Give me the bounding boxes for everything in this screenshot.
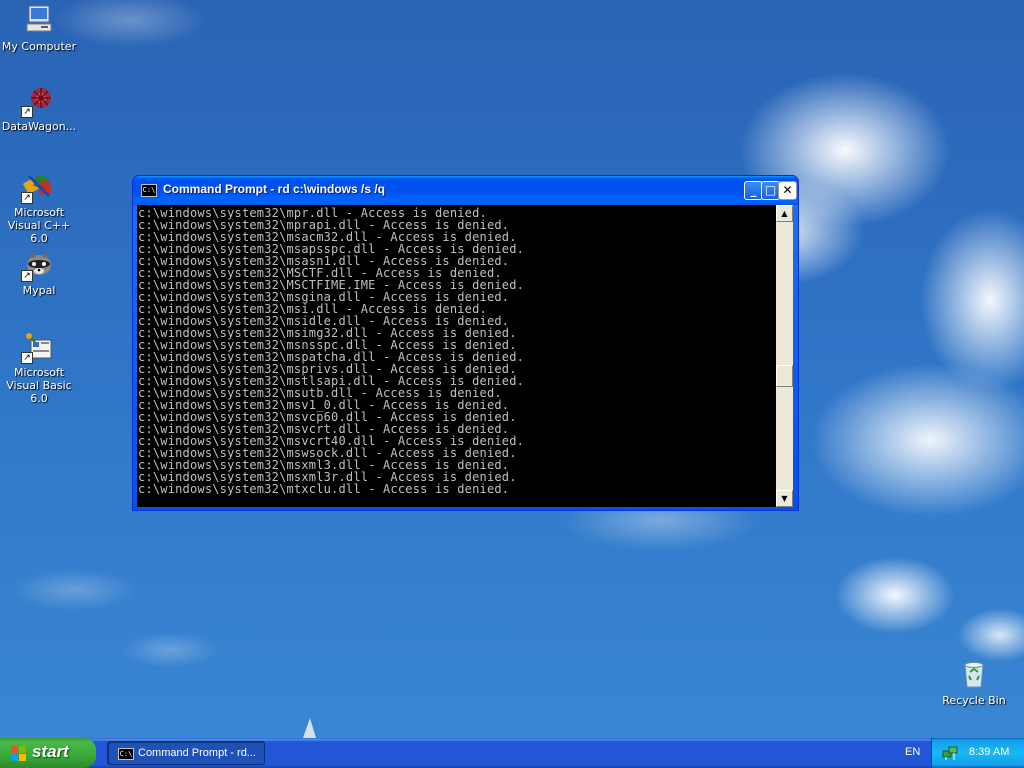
desktop-icon-label: Mypal [22,284,56,297]
scroll-down-button[interactable]: ▼ [776,490,793,507]
desktop-icon-recycle-bin[interactable]: Recycle Bin [935,658,1013,707]
desktop-icon-label: My Computer [1,40,77,53]
desktop-icon-visual-cpp[interactable]: ↗ Microsoft Visual C++ 6.0 [0,170,78,245]
language-indicator[interactable]: EN [905,746,920,758]
close-button[interactable]: ✕ [778,181,797,200]
shortcut-arrow-icon: ↗ [21,192,33,204]
desktop-icon-label: Microsoft Visual Basic 6.0 [6,366,72,405]
shortcut-arrow-icon: ↗ [21,106,33,118]
desktop-icon-label: Recycle Bin [942,694,1006,707]
taskbar-button-label: Command Prompt - rd... [138,747,256,759]
desktop-icon-visual-basic[interactable]: ↗ Microsoft Visual Basic 6.0 [0,330,78,405]
desktop-icon-my-computer[interactable]: My Computer [0,4,78,53]
console-icon: C:\ [118,748,134,760]
desktop-icon-label: DataWagon... [1,120,77,133]
start-button[interactable]: start [0,738,96,768]
desktop-icon-mypal[interactable]: ↗ Mypal [0,248,78,297]
scroll-thumb[interactable] [776,365,793,387]
windows-logo-icon [11,746,27,761]
recycle-bin-icon [958,658,990,690]
my-computer-icon [23,4,55,36]
console-text: c:\windows\system32\mpr.dll - Access is … [138,206,525,496]
network-icon[interactable] [942,745,958,761]
clock[interactable]: 8:39 AM [969,746,1009,758]
system-tray: 8:39 AM [931,738,1024,768]
datawagon-icon: ↗ [21,84,55,118]
command-prompt-window[interactable]: C:\ Command Prompt - rd c:\windows /s /q… [132,175,799,511]
window-title: Command Prompt - rd c:\windows /s /q [163,182,386,196]
desktop-icon-datawagon[interactable]: ↗ DataWagon... [0,84,78,133]
taskbar: start C:\ Command Prompt - rd... EN 8:39… [0,738,1024,768]
desktop-icon-label: Microsoft Visual C++ 6.0 [7,206,71,245]
visual-cpp-icon: ↗ [21,170,55,204]
shortcut-arrow-icon: ↗ [21,352,33,364]
title-bar[interactable]: C:\ Command Prompt - rd c:\windows /s /q… [133,176,798,205]
taskbar-button-command-prompt[interactable]: C:\ Command Prompt - rd... [107,741,265,765]
visual-basic-icon: ↗ [21,330,55,364]
vertical-scrollbar[interactable]: ▲ ▼ [776,205,793,507]
start-label: start [32,742,69,761]
wallpaper-sail [303,718,316,738]
console-icon: C:\ [141,184,157,197]
mypal-raccoon-icon: ↗ [21,248,55,282]
scroll-up-button[interactable]: ▲ [776,205,793,222]
shortcut-arrow-icon: ↗ [21,270,33,282]
console-output[interactable]: c:\windows\system32\mpr.dll - Access is … [137,205,776,507]
